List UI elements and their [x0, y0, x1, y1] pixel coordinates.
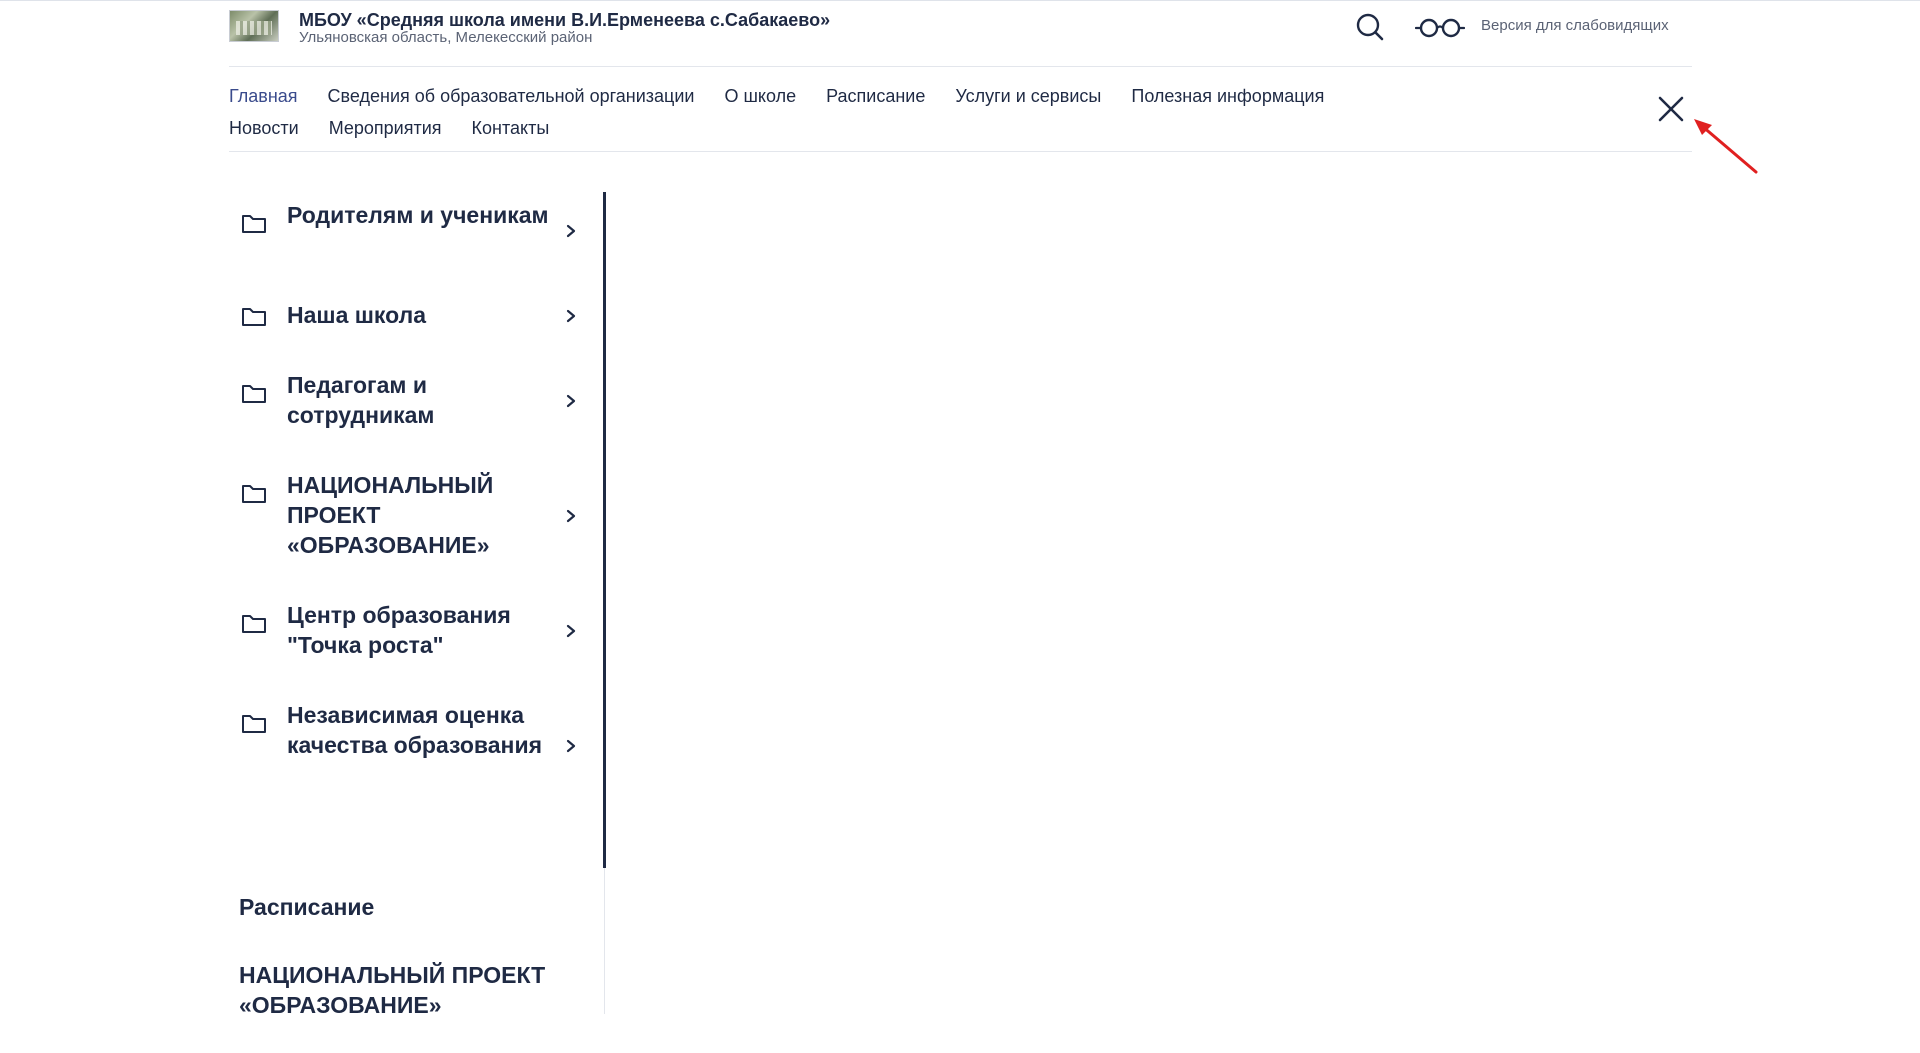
chevron-right-icon: [566, 739, 576, 753]
side-menu-item-teachers-staff[interactable]: Педагогам и сотрудникам: [229, 370, 589, 432]
chevron-right-icon: [566, 309, 576, 323]
side-menu-active-divider: [603, 192, 606, 868]
nav-item-services[interactable]: Услуги и сервисы: [955, 86, 1101, 107]
side-menu: Родителям и ученикам Наша школа Педагога…: [229, 192, 606, 1018]
nav-item-useful-info[interactable]: Полезная информация: [1131, 86, 1324, 107]
nav-item-events[interactable]: Мероприятия: [329, 118, 442, 139]
nav-item-news[interactable]: Новости: [229, 118, 299, 139]
nav-item-schedule[interactable]: Расписание: [826, 86, 925, 107]
annotation-arrow-icon: [1694, 119, 1758, 174]
nav-item-contacts[interactable]: Контакты: [472, 118, 550, 139]
side-menu-item-parents-students[interactable]: Родителям и ученикам: [229, 200, 589, 262]
chevron-right-icon: [566, 509, 576, 523]
glasses-icon[interactable]: [1415, 16, 1465, 40]
nav-row-2: Новости Мероприятия Контакты: [229, 112, 1549, 144]
side-menu-item-label: НАЦИОНАЛЬНЫЙ ПРОЕКТ «ОБРАЗОВАНИЕ»: [287, 472, 494, 558]
site-header: МБОУ «Средняя школа имени В.И.Ерменеева …: [229, 8, 1692, 66]
folder-icon: [242, 308, 266, 326]
main-nav: Главная Сведения об образовательной орга…: [229, 80, 1549, 144]
folder-icon: [242, 385, 266, 403]
nav-divider: [229, 151, 1692, 152]
chevron-right-icon: [566, 224, 576, 238]
header-divider: [229, 66, 1692, 67]
school-logo[interactable]: [229, 10, 279, 42]
side-menu-item-quality-assessment[interactable]: Независимая оценка качества образования: [229, 700, 589, 792]
folder-icon: [242, 485, 266, 503]
side-menu-item-growth-point[interactable]: Центр образования "Точка роста": [229, 600, 589, 662]
top-rule: [0, 0, 1920, 1]
search-icon[interactable]: [1355, 12, 1385, 42]
side-menu-item-national-project[interactable]: НАЦИОНАЛЬНЫЙ ПРОЕКТ «ОБРАЗОВАНИЕ»: [229, 470, 589, 562]
side-menu-item-label: Родителям и ученикам: [287, 202, 549, 228]
low-vision-version-link[interactable]: Версия для слабовидящих: [1481, 17, 1669, 34]
side-menu-item-label: Независимая оценка качества образования: [287, 702, 543, 758]
folder-icon: [242, 615, 266, 633]
side-menu-item-label: Центр образования "Точка роста": [287, 602, 511, 658]
side-menu-item-label: Наша школа: [287, 302, 427, 328]
side-link-national-project[interactable]: НАЦИОНАЛЬНЫЙ ПРОЕКТ «ОБРАЗОВАНИЕ»: [239, 960, 599, 1020]
side-menu-item-our-school[interactable]: Наша школа: [229, 300, 589, 332]
nav-row-1: Главная Сведения об образовательной орга…: [229, 80, 1549, 112]
nav-item-org-info[interactable]: Сведения об образовательной организации: [328, 86, 695, 107]
side-link-schedule[interactable]: Расписание: [239, 892, 599, 922]
side-menu-item-label: Педагогам и сотрудникам: [287, 372, 435, 428]
folder-icon: [242, 715, 266, 733]
chevron-right-icon: [566, 624, 576, 638]
side-menu-divider: [604, 868, 605, 1014]
nav-item-home[interactable]: Главная: [229, 86, 298, 107]
close-icon[interactable]: [1655, 93, 1687, 125]
folder-icon: [242, 215, 266, 233]
org-name[interactable]: МБОУ «Средняя школа имени В.И.Ерменеева …: [299, 10, 830, 31]
chevron-right-icon: [566, 394, 576, 408]
nav-item-about[interactable]: О школе: [724, 86, 796, 107]
org-region: Ульяновская область, Мелекесский район: [299, 29, 593, 46]
